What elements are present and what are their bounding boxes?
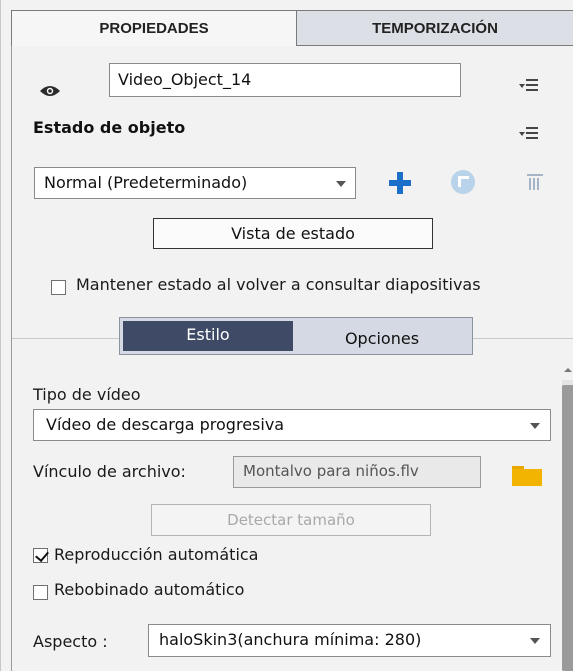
- object-state-title: Estado de objeto: [33, 118, 186, 137]
- autoplay-checkbox[interactable]: [33, 547, 49, 563]
- trash-icon[interactable]: [527, 172, 543, 190]
- state-view-button[interactable]: Vista de estado: [153, 218, 433, 249]
- video-type-value: Vídeo de descarga progresiva: [46, 415, 285, 434]
- state-dropdown[interactable]: Normal (Predeterminado): [34, 167, 356, 199]
- style-options-toggle: Estilo Opciones: [119, 317, 473, 355]
- reset-state-icon[interactable]: [451, 170, 475, 194]
- chevron-down-icon: [530, 423, 540, 429]
- checkmark-icon: [35, 547, 49, 563]
- tab-bar: PROPIEDADES TEMPORIZACIÓN: [11, 10, 573, 46]
- plus-icon[interactable]: [389, 172, 411, 194]
- chevron-down-icon: [530, 638, 540, 644]
- panel-border: [11, 46, 12, 671]
- autoplay-label: Reproducción automática: [54, 545, 259, 564]
- scrollbar-thumb[interactable]: [562, 385, 573, 671]
- aspect-dropdown[interactable]: haloSkin3(anchura mínima: 280): [148, 624, 551, 657]
- object-name-input[interactable]: Video_Object_14: [109, 63, 461, 97]
- scroll-up-icon[interactable]: [564, 368, 572, 372]
- tab-properties[interactable]: PROPIEDADES: [11, 10, 297, 46]
- segment-options[interactable]: Opciones: [296, 321, 468, 351]
- state-menu-icon[interactable]: [519, 127, 539, 141]
- aspect-label: Aspecto :: [33, 632, 108, 651]
- folder-icon[interactable]: [512, 466, 542, 486]
- chevron-down-icon: [336, 181, 346, 187]
- file-link-label: Vínculo de archivo:: [33, 462, 186, 481]
- eye-icon[interactable]: [39, 84, 61, 98]
- video-type-dropdown[interactable]: Vídeo de descarga progresiva: [33, 409, 551, 441]
- state-dropdown-value: Normal (Predeterminado): [44, 173, 248, 192]
- panel-menu-icon[interactable]: [519, 79, 539, 93]
- keep-state-checkbox[interactable]: [51, 280, 66, 295]
- autorewind-checkbox[interactable]: [33, 585, 48, 600]
- segment-style[interactable]: Estilo: [123, 321, 293, 351]
- tab-timing[interactable]: TEMPORIZACIÓN: [297, 10, 573, 46]
- detect-size-button: Detectar tamaño: [151, 504, 431, 536]
- keep-state-label: Mantener estado al volver a consultar di…: [76, 275, 481, 294]
- file-link-field: Montalvo para niños.flv: [233, 456, 481, 488]
- properties-panel: PROPIEDADES TEMPORIZACIÓN Video_Object_1…: [0, 0, 573, 671]
- aspect-value: haloSkin3(anchura mínima: 280): [159, 630, 422, 649]
- video-type-label: Tipo de vídeo: [33, 385, 141, 404]
- autorewind-label: Rebobinado automático: [54, 580, 245, 599]
